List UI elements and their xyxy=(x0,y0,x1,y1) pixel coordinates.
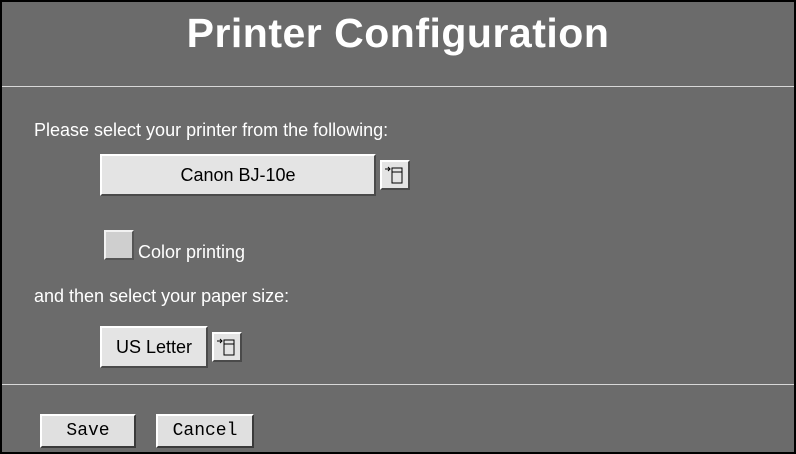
printer-prompt: Please select your printer from the foll… xyxy=(34,120,389,140)
cancel-button[interactable]: Cancel xyxy=(156,414,254,448)
option-menu-icon[interactable] xyxy=(380,160,410,190)
printer-select-button[interactable]: Canon BJ-10e xyxy=(100,154,376,196)
page-title: Printer Configuration xyxy=(186,10,610,56)
title-bar: Printer Configuration xyxy=(2,2,794,87)
paper-size-select-button[interactable]: US Letter xyxy=(100,326,208,368)
save-button[interactable]: Save xyxy=(40,414,136,448)
divider xyxy=(2,384,794,385)
printer-config-dialog: Printer Configuration Please select your… xyxy=(0,0,796,454)
color-printing-label[interactable]: Color printing xyxy=(138,242,245,263)
option-menu-icon[interactable] xyxy=(212,332,242,362)
paper-prompt: and then select your paper size: xyxy=(34,286,290,306)
color-printing-checkbox[interactable] xyxy=(104,230,134,260)
